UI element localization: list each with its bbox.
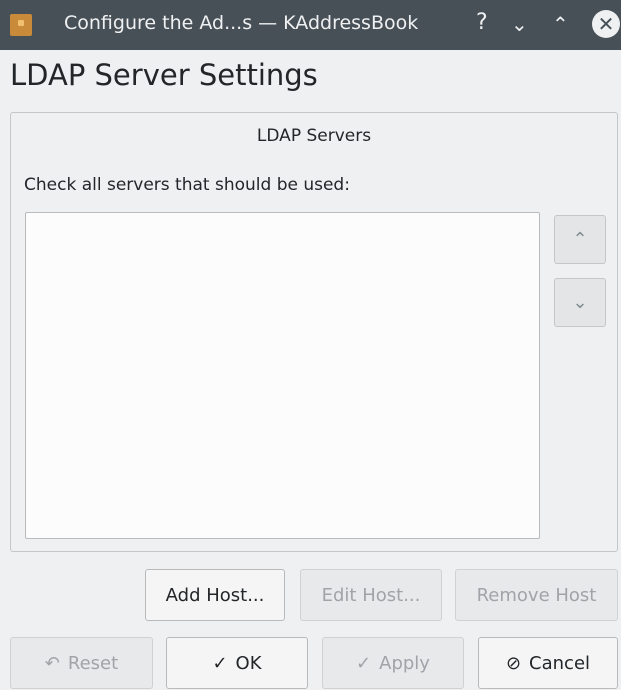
add-host-button[interactable]: Add Host... <box>145 569 285 621</box>
reset-label: Reset <box>67 652 119 674</box>
edit-host-button[interactable]: Edit Host... <box>300 569 442 621</box>
chevron-down-icon: ⌄ <box>572 292 588 313</box>
remove-host-button[interactable]: Remove Host <box>455 569 618 621</box>
apply-button[interactable]: ✓ Apply <box>322 637 464 689</box>
window-title: Configure the Ad...s — KAddressBook <box>64 12 419 34</box>
ok-label: OK <box>235 652 262 674</box>
checkmark-icon: ✓ <box>356 652 372 674</box>
group-title: LDAP Servers <box>256 126 372 146</box>
ok-button[interactable]: ✓ OK <box>166 637 308 689</box>
minimize-icon[interactable]: ⌄ <box>511 12 528 36</box>
cancel-label: Cancel <box>529 652 591 674</box>
cancel-icon: ⊘ <box>505 652 522 674</box>
chevron-up-icon: ⌃ <box>572 229 588 250</box>
cancel-button[interactable]: ⊘ Cancel <box>478 637 618 689</box>
move-down-button[interactable]: ⌄ <box>554 278 606 327</box>
page-title: LDAP Server Settings <box>10 58 318 92</box>
reset-button[interactable]: ↶ Reset <box>10 637 153 689</box>
undo-icon: ↶ <box>44 652 60 674</box>
close-icon[interactable]: ✕ <box>592 10 620 38</box>
title-bar: Configure the Ad...s — KAddressBook ? ⌄ … <box>0 0 621 50</box>
kaddressbook-app-icon[interactable] <box>10 14 32 36</box>
move-up-button[interactable]: ⌃ <box>554 215 606 264</box>
maximize-icon[interactable]: ⌃ <box>552 12 569 36</box>
apply-label: Apply <box>379 652 430 674</box>
checkmark-icon: ✓ <box>212 652 228 674</box>
help-icon[interactable]: ? <box>476 10 488 35</box>
check-servers-label: Check all servers that should be used: <box>24 175 350 195</box>
server-list[interactable] <box>25 212 540 539</box>
